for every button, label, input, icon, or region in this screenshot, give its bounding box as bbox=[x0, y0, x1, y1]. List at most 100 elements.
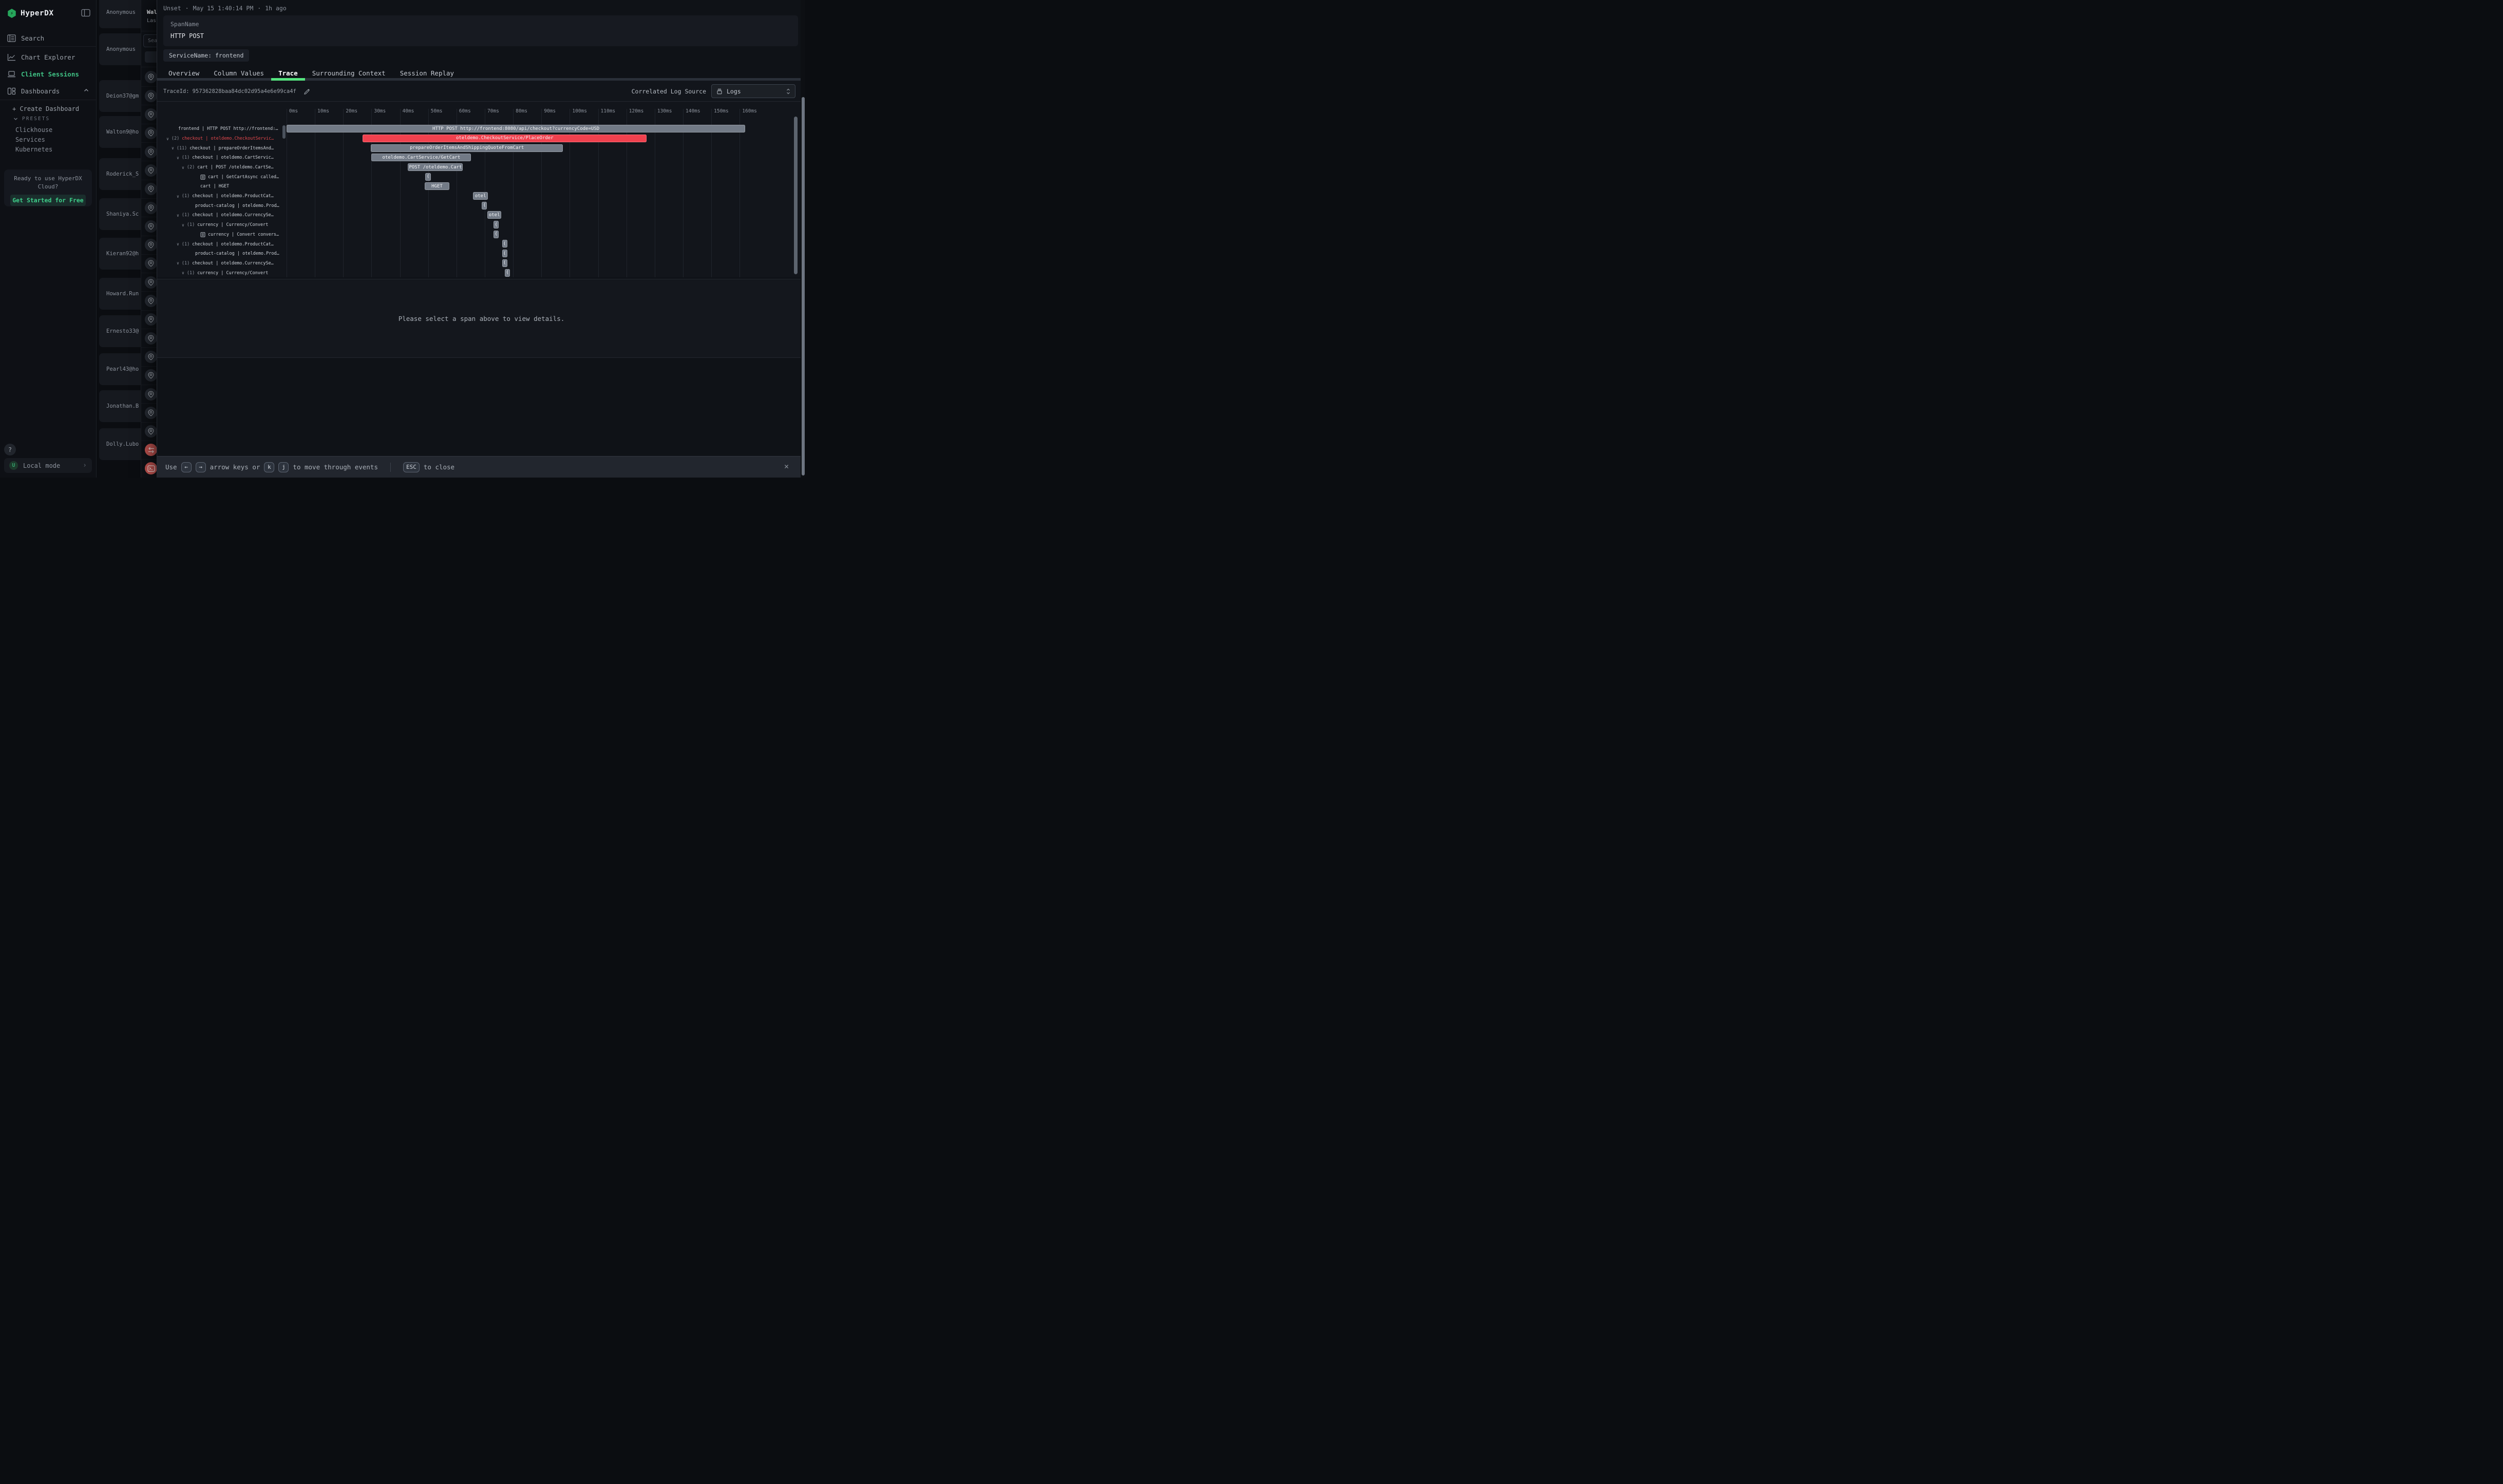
location-pin-icon[interactable] bbox=[145, 351, 157, 363]
trace-tree-row[interactable]: ∨(1)checkout | oteldemo.ProductCat… bbox=[177, 192, 274, 201]
span-bar[interactable]: HGET bbox=[425, 182, 449, 190]
trace-tree-row[interactable]: frontend | HTTP POST http://frontend:… bbox=[178, 124, 278, 134]
chevron-down-icon[interactable]: ∨ bbox=[172, 146, 174, 150]
session-card[interactable]: Anonymous bbox=[99, 33, 141, 65]
location-pin-icon[interactable] bbox=[145, 108, 157, 121]
session-card[interactable]: Pearl43@ho bbox=[99, 353, 141, 385]
trace-tree-row[interactable]: ∨(1)currency | Currency/Convert bbox=[182, 220, 268, 230]
collapse-sidebar-icon[interactable] bbox=[81, 9, 90, 17]
chevron-down-icon[interactable]: ∨ bbox=[177, 156, 179, 160]
sidebar-item-search[interactable]: Search bbox=[0, 30, 97, 46]
trace-tree-row[interactable]: product-catalog | oteldemo.Prod… bbox=[195, 249, 279, 259]
span-bar[interactable]: oteldemo.CheckoutService/PlaceOrder bbox=[363, 135, 647, 142]
location-pin-icon[interactable] bbox=[145, 425, 157, 437]
session-card[interactable]: Jonathan.B bbox=[99, 390, 141, 422]
footer-text: arrow keys or bbox=[210, 463, 260, 471]
sidebar-item-chart-explorer[interactable]: Chart Explorer bbox=[0, 49, 97, 65]
chevron-down-icon[interactable]: ∨ bbox=[182, 223, 184, 227]
log-source-select[interactable]: Logs bbox=[711, 84, 795, 98]
panel-scrollbar-thumb[interactable] bbox=[802, 97, 805, 475]
terminal-icon[interactable] bbox=[145, 462, 157, 474]
events-search-input[interactable] bbox=[143, 34, 157, 47]
sidebar-item-client-sessions[interactable]: Client Sessions bbox=[0, 66, 97, 82]
location-pin-icon[interactable] bbox=[145, 220, 157, 233]
chevron-down-icon[interactable]: ∨ bbox=[182, 165, 184, 170]
location-pin-icon[interactable] bbox=[145, 369, 157, 382]
span-bar[interactable]: otel bbox=[487, 211, 501, 219]
chevron-down-icon[interactable]: ∨ bbox=[177, 213, 179, 218]
chevron-down-icon[interactable]: ∨ bbox=[177, 242, 179, 246]
location-pin-icon[interactable] bbox=[145, 127, 157, 139]
session-card[interactable]: Shaniya.Sc bbox=[99, 198, 141, 230]
location-pin-icon[interactable] bbox=[145, 407, 157, 419]
chevron-down-icon[interactable]: ∨ bbox=[166, 137, 169, 141]
location-pin-icon[interactable] bbox=[145, 90, 157, 102]
location-pin-icon[interactable] bbox=[145, 239, 157, 251]
span-bar[interactable]: prepareOrderItemsAndShippingQuoteFromCar… bbox=[371, 144, 563, 152]
empty-message: Please select a span above to view detai… bbox=[399, 315, 565, 322]
sidebar-item-services[interactable]: Services bbox=[15, 136, 45, 143]
location-pin-icon[interactable] bbox=[145, 71, 157, 83]
span-bar[interactable]: ( bbox=[505, 269, 510, 277]
span-bar[interactable]: POST /oteldemo.Cart bbox=[408, 163, 463, 171]
service-name-badge[interactable]: ServiceName: frontend bbox=[163, 49, 249, 62]
span-bar[interactable]: HTTP POST http://frontend:8080/api/check… bbox=[287, 125, 745, 132]
trace-tree-row[interactable]: ∨(1)checkout | oteldemo.ProductCat… bbox=[177, 239, 274, 249]
span-bar[interactable]: ( bbox=[502, 250, 507, 257]
chevron-down-icon[interactable]: ∨ bbox=[177, 261, 179, 265]
local-mode-button[interactable]: U Local mode › bbox=[4, 458, 92, 473]
sidebar-item-kubernetes[interactable]: Kubernetes bbox=[15, 146, 52, 153]
span-bar[interactable]: ( bbox=[502, 259, 507, 267]
trace-tree-row[interactable]: ∨(11)checkout | prepareOrderItemsAnd… bbox=[172, 143, 274, 153]
session-card[interactable]: Deion37@gm bbox=[99, 80, 141, 112]
span-bar[interactable]: otel bbox=[473, 192, 488, 200]
session-card[interactable]: Anonymous bbox=[99, 0, 141, 28]
trace-tree-row[interactable]: ∨(1)checkout | oteldemo.CurrencySe… bbox=[177, 259, 274, 269]
trace-tree-row[interactable]: ∨(1)checkout | oteldemo.CurrencySe… bbox=[177, 211, 274, 220]
chevron-down-icon[interactable]: ∨ bbox=[182, 271, 184, 275]
close-icon[interactable]: ✕ bbox=[784, 462, 789, 471]
highlighted-filter-button[interactable]: H bbox=[145, 51, 157, 63]
waterfall-scrollbar-thumb[interactable] bbox=[794, 117, 798, 274]
trace-tree-row[interactable]: cart | HGET bbox=[200, 182, 229, 192]
span-bar[interactable]: ( bbox=[502, 240, 507, 248]
edit-icon[interactable] bbox=[304, 88, 311, 95]
sidebar-item-clickhouse[interactable]: Clickhouse bbox=[15, 126, 52, 134]
location-pin-icon[interactable] bbox=[145, 183, 157, 195]
span-bar[interactable]: ( bbox=[482, 202, 487, 210]
location-pin-icon[interactable] bbox=[145, 388, 157, 401]
session-card[interactable]: Ernesto33@ bbox=[99, 315, 141, 347]
span-bar[interactable]: oteldemo.CartService/GetCart bbox=[371, 154, 471, 161]
trace-tree-row[interactable]: product-catalog | oteldemo.Prod… bbox=[195, 201, 279, 211]
create-dashboard-button[interactable]: + Create Dashboard bbox=[12, 105, 79, 112]
session-card[interactable]: Walton9@ho bbox=[99, 116, 141, 148]
trace-tree-row[interactable]: cart | GetCartAsync called… bbox=[200, 172, 279, 182]
chevron-down-icon[interactable]: ∨ bbox=[177, 194, 179, 199]
trace-tree-row[interactable]: ∨(2)checkout | oteldemo.CheckoutServic… bbox=[166, 134, 274, 144]
trace-tree-row[interactable]: ∨(1)checkout | oteldemo.CartServic… bbox=[177, 153, 274, 163]
span-bar[interactable]: ( bbox=[494, 221, 499, 229]
session-card[interactable]: Dolly.Lubo bbox=[99, 428, 141, 460]
session-card[interactable]: Kieran92@h bbox=[99, 238, 141, 270]
location-pin-icon[interactable] bbox=[145, 332, 157, 345]
location-pin-icon[interactable] bbox=[145, 257, 157, 270]
swap-arrows-icon[interactable] bbox=[145, 444, 157, 456]
trace-tree-row[interactable]: ∨(2)cart | POST /oteldemo.CartSe… bbox=[182, 163, 274, 173]
span-bar[interactable]: ( bbox=[425, 173, 431, 181]
sidebar-item-dashboards[interactable]: Dashboards bbox=[0, 83, 97, 99]
session-card[interactable]: Roderick_S bbox=[99, 158, 141, 190]
location-pin-icon[interactable] bbox=[145, 202, 157, 214]
help-button[interactable]: ? bbox=[4, 444, 16, 455]
trace-tree-row[interactable]: ∨(1)currency | Currency/Convert bbox=[182, 268, 268, 277]
location-pin-icon[interactable] bbox=[145, 164, 157, 177]
tree-scrollbar-thumb[interactable] bbox=[282, 125, 286, 139]
get-started-button[interactable]: Get Started for Free bbox=[10, 195, 86, 206]
trace-tree-row[interactable]: currency | Convert convers… bbox=[200, 230, 279, 239]
span-bar[interactable]: ( bbox=[494, 231, 499, 238]
location-pin-icon[interactable] bbox=[145, 313, 157, 326]
location-pin-icon[interactable] bbox=[145, 276, 157, 289]
session-card[interactable]: Howard.Run bbox=[99, 278, 141, 310]
presets-toggle[interactable]: PRESETS bbox=[13, 116, 50, 122]
location-pin-icon[interactable] bbox=[145, 146, 157, 158]
location-pin-icon[interactable] bbox=[145, 295, 157, 307]
